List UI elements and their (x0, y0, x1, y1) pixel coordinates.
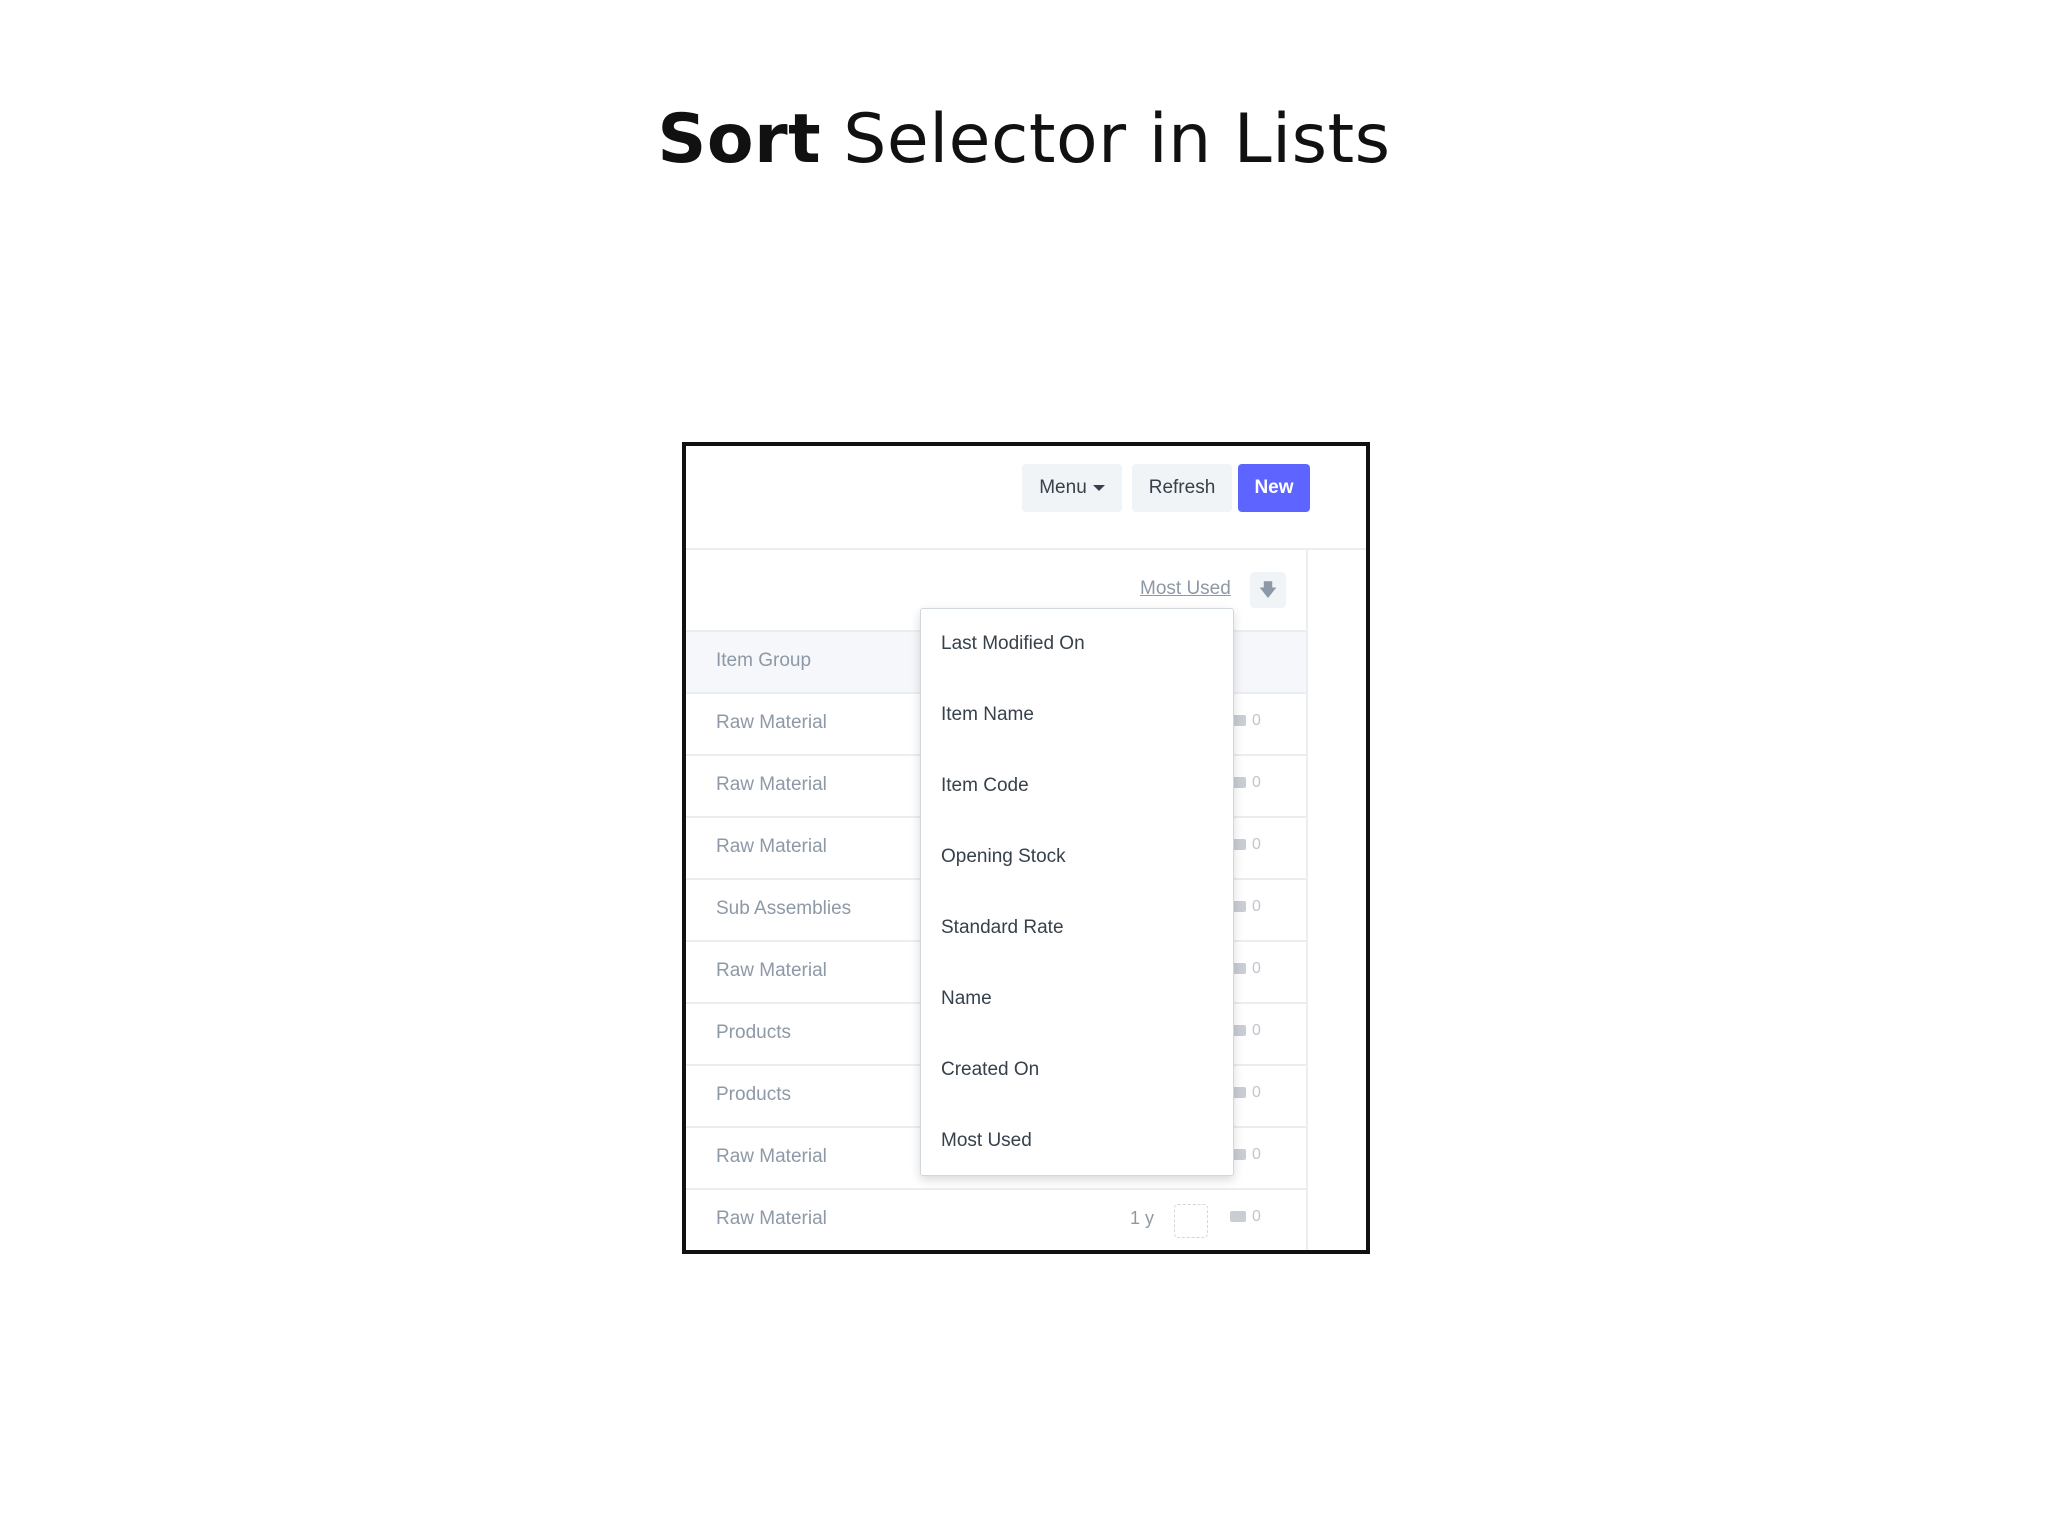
sort-option-opening-stock[interactable]: Opening Stock (941, 846, 1066, 868)
comment-count: 0 (1230, 712, 1261, 730)
comment-count-value: 0 (1252, 836, 1261, 853)
comment-count: 0 (1230, 836, 1261, 854)
item-group-cell: Raw Material (716, 960, 827, 981)
comment-count-value: 0 (1252, 1084, 1261, 1101)
item-group-cell: Products (716, 1022, 791, 1043)
sort-option-item-code[interactable]: Item Code (941, 775, 1029, 797)
comment-count: 0 (1230, 1084, 1261, 1102)
sort-option-most-used[interactable]: Most Used (941, 1130, 1032, 1152)
sort-option-item-name[interactable]: Item Name (941, 704, 1034, 726)
sort-option-name[interactable]: Name (941, 988, 992, 1010)
item-group-cell: Raw Material (716, 712, 827, 733)
sort-by-link[interactable]: Most Used (1140, 578, 1231, 600)
avatar (1174, 1204, 1208, 1238)
sort-option-last-modified-on[interactable]: Last Modified On (941, 633, 1085, 655)
comment-count-value: 0 (1252, 960, 1261, 977)
arrow-down-icon: 🡇 (1258, 580, 1278, 600)
comment-count: 0 (1230, 1022, 1261, 1040)
item-group-cell: Sub Assemblies (716, 898, 852, 919)
sort-order-button[interactable]: 🡇 (1250, 572, 1286, 608)
column-header-item-group: Item Group (716, 650, 812, 671)
comment-count: 0 (1230, 1146, 1261, 1164)
page-toolbar: Menu Refresh New (686, 446, 1366, 550)
menu-button-label: Menu (1039, 477, 1087, 498)
caret-down-icon (1092, 484, 1105, 491)
comment-count-value: 0 (1252, 1022, 1261, 1039)
item-group-cell: Raw Material (716, 1208, 827, 1229)
slide-title: Sort Selector in Lists (0, 100, 2048, 179)
comment-count-value: 0 (1252, 898, 1261, 915)
menu-button[interactable]: Menu (1022, 464, 1122, 512)
item-group-cell: Raw Material (716, 774, 827, 795)
modified-time: 1 y (1130, 1208, 1155, 1228)
sort-option-created-on[interactable]: Created On (941, 1059, 1039, 1081)
new-button[interactable]: New (1238, 464, 1310, 512)
sort-option-standard-rate[interactable]: Standard Rate (941, 917, 1064, 939)
refresh-button[interactable]: Refresh (1132, 464, 1232, 512)
item-group-cell: Raw Material (716, 836, 827, 857)
sort-dropdown-menu: Last Modified On Item Name Item Code Ope… (920, 608, 1234, 1176)
item-group-cell: Products (716, 1084, 791, 1105)
comment-count-value: 0 (1252, 1146, 1261, 1163)
comment-count: 0 (1230, 774, 1261, 792)
slide-title-bold: Sort (657, 100, 822, 179)
comment-count: 0 (1230, 960, 1261, 978)
slide: Sort Selector in Lists Menu Refresh New … (0, 0, 2048, 1536)
comment-count-value: 0 (1252, 774, 1261, 791)
comment-count-value: 0 (1252, 712, 1261, 729)
item-group-cell: Raw Material (716, 1146, 827, 1167)
comment-count: 0 (1230, 898, 1261, 916)
comment-count: 0 (1230, 1208, 1261, 1226)
comment-icon (1230, 1211, 1246, 1223)
table-row[interactable]: Raw Material 1 y 0 (686, 1190, 1306, 1250)
comment-count-value: 0 (1252, 1208, 1261, 1225)
screenshot-frame: Menu Refresh New Most Used 🡇 Item Group … (682, 442, 1370, 1254)
slide-title-rest: Selector in Lists (821, 100, 1391, 179)
